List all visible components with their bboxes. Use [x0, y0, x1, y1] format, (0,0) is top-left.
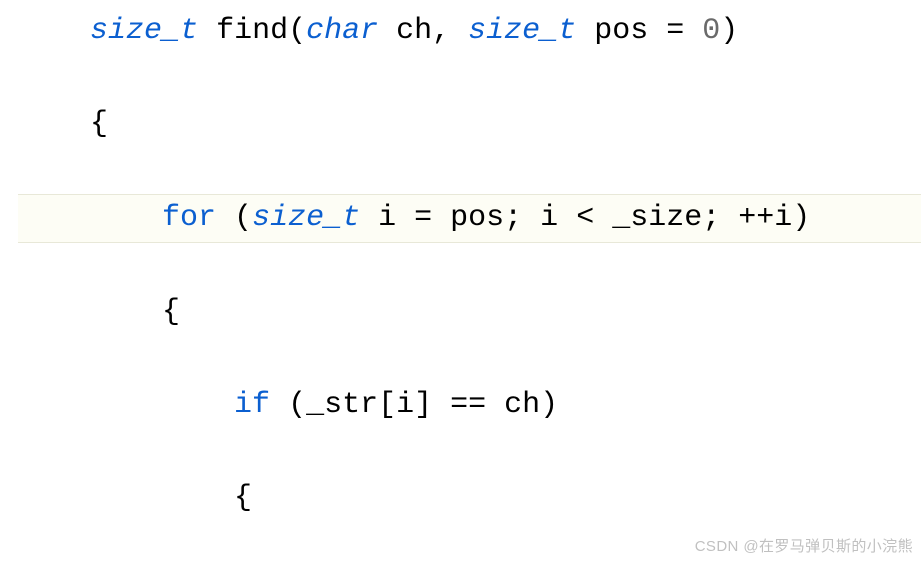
code-token: ch	[396, 14, 432, 48]
code-token: ,	[432, 14, 468, 48]
code-token: {	[234, 481, 252, 515]
code-line: {	[18, 101, 921, 148]
code-line: if (_str[i] == ch)	[18, 382, 921, 429]
code-token: size_t	[90, 14, 198, 48]
code-line: {	[18, 289, 921, 336]
code-token: for	[162, 201, 216, 235]
code-token	[360, 201, 378, 235]
code-token: ; ++	[702, 201, 774, 235]
code-token: i	[774, 201, 792, 235]
code-token: =	[648, 14, 702, 48]
code-token: i	[378, 201, 396, 235]
code-token: (	[288, 14, 306, 48]
code-token: (	[270, 388, 306, 422]
code-token: char	[306, 14, 378, 48]
code-token: <	[558, 201, 612, 235]
code-token: (	[216, 201, 252, 235]
code-token: =	[396, 201, 450, 235]
code-token: pos	[450, 201, 504, 235]
code-token: {	[90, 107, 108, 141]
code-token: find	[216, 14, 288, 48]
code-snippet: size_t find(char ch, size_t pos = 0) { f…	[0, 0, 921, 562]
code-token: size_t	[468, 14, 576, 48]
code-token: _size	[612, 201, 702, 235]
code-token: _str	[306, 388, 378, 422]
code-token: )	[792, 201, 810, 235]
code-token: size_t	[252, 201, 360, 235]
code-token	[198, 14, 216, 48]
code-token: {	[162, 295, 180, 329]
code-line: {	[18, 475, 921, 522]
code-token: i	[396, 388, 414, 422]
code-token	[576, 14, 594, 48]
code-token: 0	[702, 14, 720, 48]
code-token: ch	[504, 388, 540, 422]
code-token	[378, 14, 396, 48]
code-token: [	[378, 388, 396, 422]
code-line: for (size_t i = pos; i < _size; ++i)	[18, 194, 921, 243]
code-token: )	[540, 388, 558, 422]
code-token: pos	[594, 14, 648, 48]
code-token: i	[540, 201, 558, 235]
watermark: CSDN @在罗马弹贝斯的小浣熊	[695, 535, 913, 556]
code-token: ] ==	[414, 388, 504, 422]
code-token: )	[720, 14, 738, 48]
code-token: if	[234, 388, 270, 422]
code-token: ;	[504, 201, 540, 235]
code-line: size_t find(char ch, size_t pos = 0)	[18, 8, 921, 55]
